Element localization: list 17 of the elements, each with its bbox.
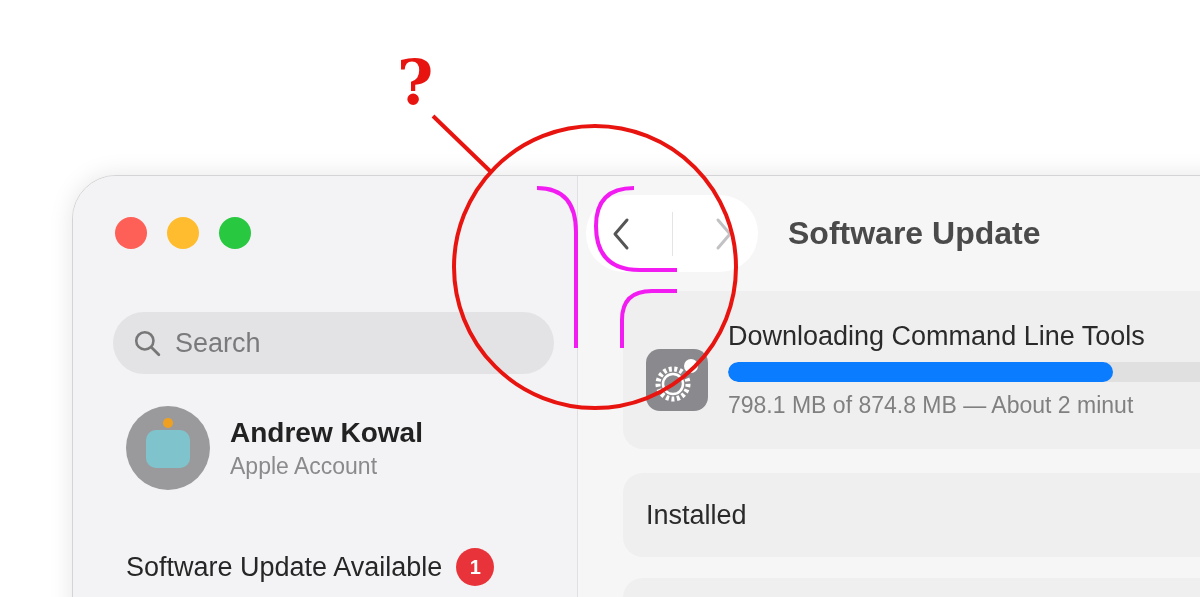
zoom-button[interactable] <box>219 217 251 249</box>
update-title: Downloading Command Line Tools <box>728 321 1146 352</box>
section-label: Installed <box>646 499 747 531</box>
account-subtitle: Apple Account <box>230 452 379 480</box>
minimize-button[interactable] <box>167 217 199 249</box>
question-mark: ? <box>397 52 434 114</box>
account-name[interactable]: Andrew Kowal <box>230 416 423 449</box>
section-card[interactable]: Installed <box>623 473 1200 557</box>
leader-line <box>431 114 493 174</box>
close-button[interactable] <box>115 217 147 249</box>
avatar[interactable] <box>126 406 210 490</box>
download-status: 798.1 MB of 874.8 MB — About 2 minut <box>728 392 1135 419</box>
count-badge: 1 <box>456 548 495 586</box>
search-field[interactable]: Search <box>113 312 554 374</box>
gear-icon <box>646 349 708 411</box>
page-title: Software Update <box>788 215 1041 252</box>
update-notice-item[interactable]: Software Update Available <box>126 551 443 583</box>
